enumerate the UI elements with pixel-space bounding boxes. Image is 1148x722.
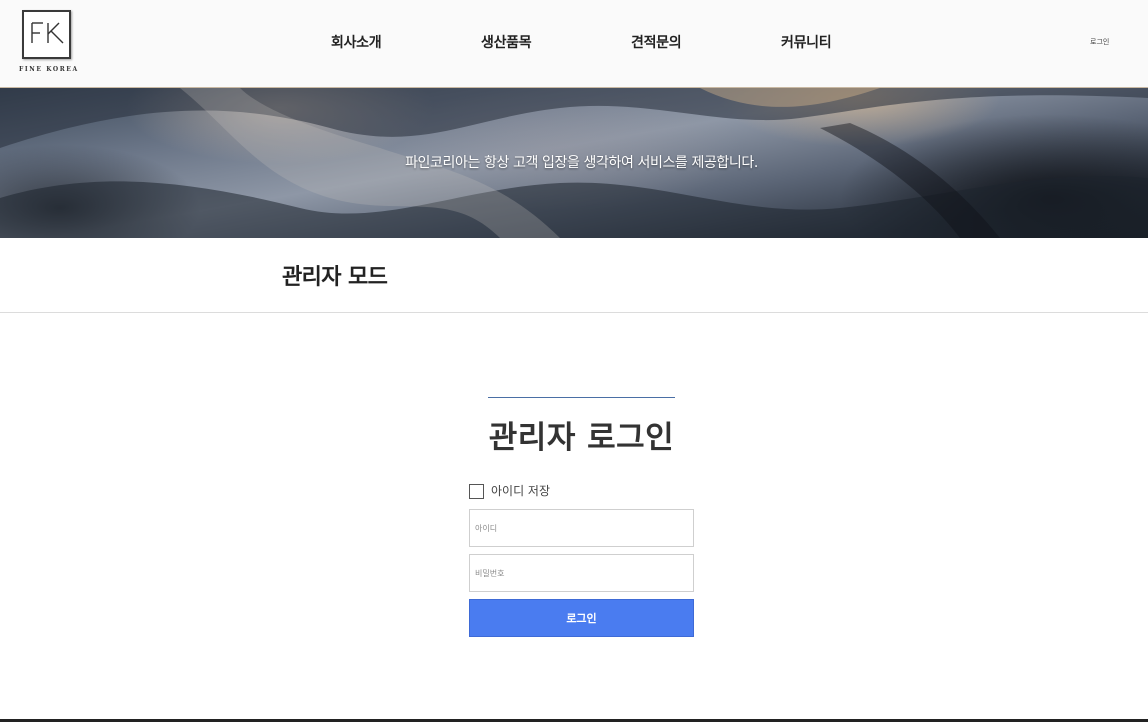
- id-input[interactable]: [469, 509, 694, 547]
- nav-item-products[interactable]: 생산품목: [481, 32, 532, 52]
- logo[interactable]: FINE KOREA: [19, 9, 77, 77]
- header-login-link[interactable]: 로그인: [1090, 37, 1109, 47]
- nav-item-community[interactable]: 커뮤니티: [781, 32, 832, 52]
- remember-id-checkbox[interactable]: [469, 484, 484, 499]
- login-heading: 관리자 로그인: [488, 420, 675, 456]
- remember-id-label: 아이디 저장: [491, 484, 551, 498]
- password-input[interactable]: [469, 554, 694, 592]
- banner-text: 파인코리아는 항상 고객 입장을 생각하여 서비스를 제공합니다.: [405, 155, 758, 171]
- logo-text: FINE KOREA: [19, 66, 79, 73]
- site-header: FINE KOREA 회사소개 생산품목 견적문의 커뮤니티 로그인: [0, 0, 1148, 88]
- page-title-section: 관리자 모드: [0, 238, 1148, 313]
- hero-banner: 파인코리아는 항상 고객 입장을 생각하여 서비스를 제공합니다.: [0, 88, 1148, 238]
- logo-monogram-icon: [31, 22, 64, 44]
- nav-item-company[interactable]: 회사소개: [331, 32, 382, 52]
- login-heading-divider: [488, 397, 675, 398]
- login-button[interactable]: 로그인: [469, 599, 694, 637]
- page-title: 관리자 모드: [282, 265, 388, 290]
- page: FINE KOREA 회사소개 생산품목 견적문의 커뮤니티 로그인 파인코리아…: [0, 0, 1148, 722]
- logo-mark: [22, 10, 71, 59]
- nav-item-quote[interactable]: 견적문의: [631, 32, 682, 52]
